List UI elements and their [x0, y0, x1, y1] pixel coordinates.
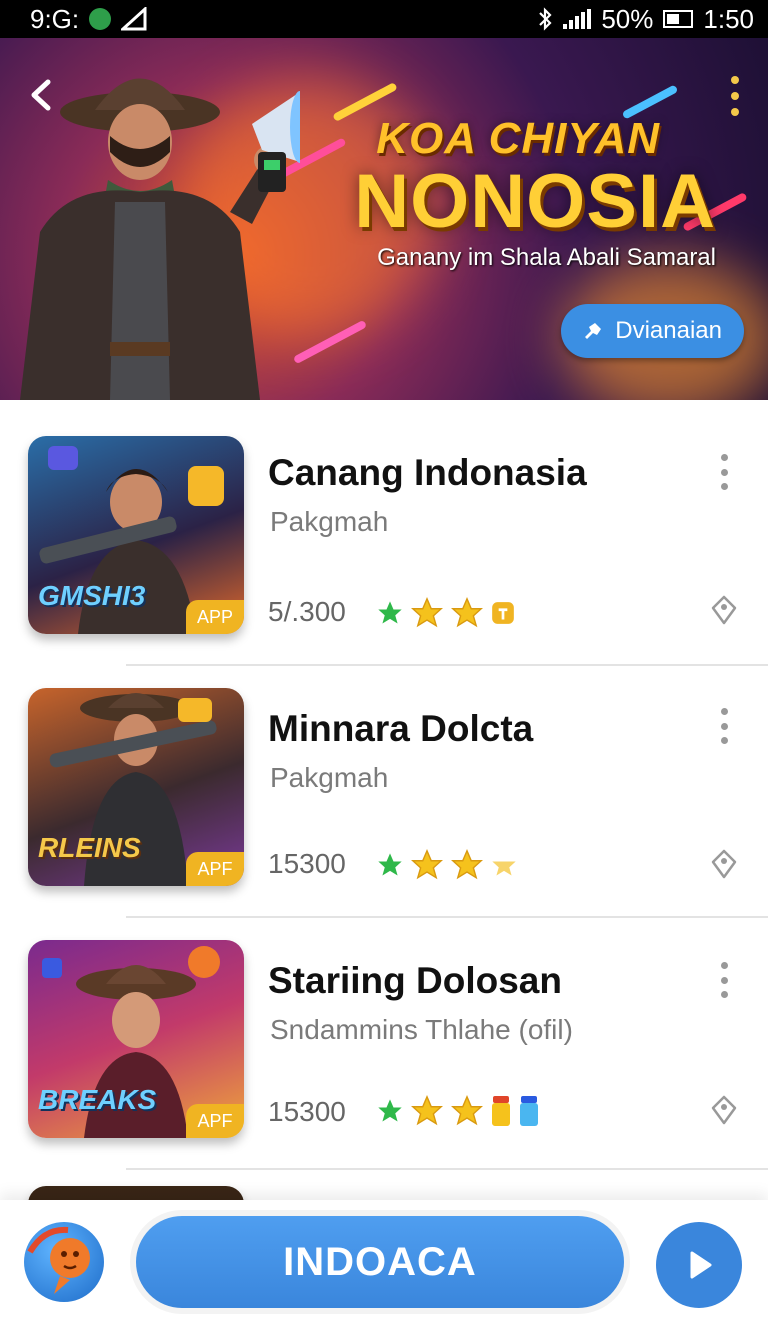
tag-icon[interactable] — [708, 848, 740, 880]
mascot-icon — [27, 1226, 90, 1294]
tag-icon[interactable] — [708, 1094, 740, 1126]
star-icon — [451, 597, 483, 628]
cell-signal-icon — [563, 9, 592, 29]
rating-icons — [376, 596, 516, 630]
half-star-icon — [492, 861, 516, 876]
app-thumbnail-label: RLEINS — [38, 832, 141, 863]
app-subtitle: Sndammins Thlahe (ofil) — [270, 1014, 573, 1045]
app-title: Stariing Dolosan — [268, 960, 562, 1001]
tag-icon[interactable] — [708, 594, 740, 626]
more-options-button[interactable] — [718, 962, 730, 998]
app-count: 15300 — [268, 848, 346, 879]
signal-outline-icon — [121, 7, 147, 31]
app-count: 15300 — [268, 1096, 346, 1127]
profile-avatar-button[interactable] — [24, 1222, 104, 1302]
banner-more-button[interactable] — [730, 76, 740, 116]
play-button[interactable] — [656, 1222, 742, 1308]
list-item[interactable]: RLEINS APF Minnara Dolcta Pakgmah 15300 — [0, 652, 768, 918]
app-thumbnail-label: BREAKS — [38, 1084, 157, 1115]
play-icon — [690, 1251, 712, 1279]
star-icon — [411, 849, 443, 880]
potion-icon — [492, 1096, 510, 1126]
list-item[interactable]: GMSHI3 APP Canang Indonasia Pakgmah 5/.3… — [0, 400, 768, 666]
main-cta-button[interactable]: INDOACA — [136, 1216, 624, 1308]
star-icon — [451, 849, 483, 880]
app-title: Minnara Dolcta — [268, 708, 534, 749]
app-subtitle: Pakgmah — [270, 762, 389, 793]
megaphone-icon — [585, 323, 602, 339]
rating-icons — [376, 848, 518, 882]
app-thumbnail: RLEINS APF — [28, 688, 244, 886]
main-cta-container: INDOACA — [130, 1210, 630, 1314]
star-green-icon — [378, 1099, 402, 1122]
app-tag-badge: APF — [186, 852, 244, 886]
more-options-button[interactable] — [718, 454, 730, 490]
app-thumbnail: BREAKS APF — [28, 940, 244, 1138]
coin-badge-icon — [492, 602, 514, 624]
banner-action-button[interactable]: Dvianaian — [561, 304, 744, 358]
notification-icon — [89, 8, 112, 30]
star-icon — [451, 1095, 483, 1126]
banner-title-line1: KOA CHIYAN — [376, 114, 660, 163]
app-thumbnail: GMSHI3 APP — [28, 436, 244, 634]
banner-action-label: Dvianaian — [615, 317, 722, 344]
bottom-bar: INDOACA — [0, 1200, 768, 1344]
banner-title-line2: NONOSIA — [354, 159, 716, 244]
status-bar: 9:G: 50% 1:50 — [0, 0, 768, 38]
app-tag-badge: APP — [186, 600, 244, 634]
star-green-icon — [378, 853, 402, 876]
status-time-left: 9:G: — [30, 3, 80, 34]
back-button[interactable] — [28, 78, 62, 112]
list-item[interactable]: BREAKS APF Stariing Dolosan Sndammins Th… — [0, 904, 768, 1170]
app-tag-badge: APF — [186, 1104, 244, 1138]
status-time: 1:50 — [703, 3, 754, 34]
star-icon — [411, 1095, 443, 1126]
star-icon — [411, 597, 443, 628]
star-green-icon — [378, 601, 402, 624]
battery-icon — [663, 10, 694, 28]
rating-icons — [376, 1094, 540, 1128]
app-count: 5/.300 — [268, 596, 346, 627]
hero-banner[interactable]: KOA CHIYAN NONOSIA Ganany im Shala Abali… — [0, 38, 768, 400]
more-options-button[interactable] — [718, 708, 730, 744]
chevron-left-icon — [31, 79, 51, 111]
battery-percent: 50% — [601, 3, 654, 34]
bluetooth-icon — [539, 7, 552, 31]
app-thumbnail-label: GMSHI3 — [38, 580, 146, 611]
app-screen: 9:G: 50% 1:50 KOA CHIYAN NONOSIA Ganany … — [0, 0, 768, 1344]
app-title: Canang Indonasia — [268, 452, 587, 493]
banner-subtitle: Ganany im Shala Abali Samaral — [377, 244, 716, 271]
potion-blue-icon — [520, 1096, 538, 1126]
app-subtitle: Pakgmah — [270, 506, 389, 537]
